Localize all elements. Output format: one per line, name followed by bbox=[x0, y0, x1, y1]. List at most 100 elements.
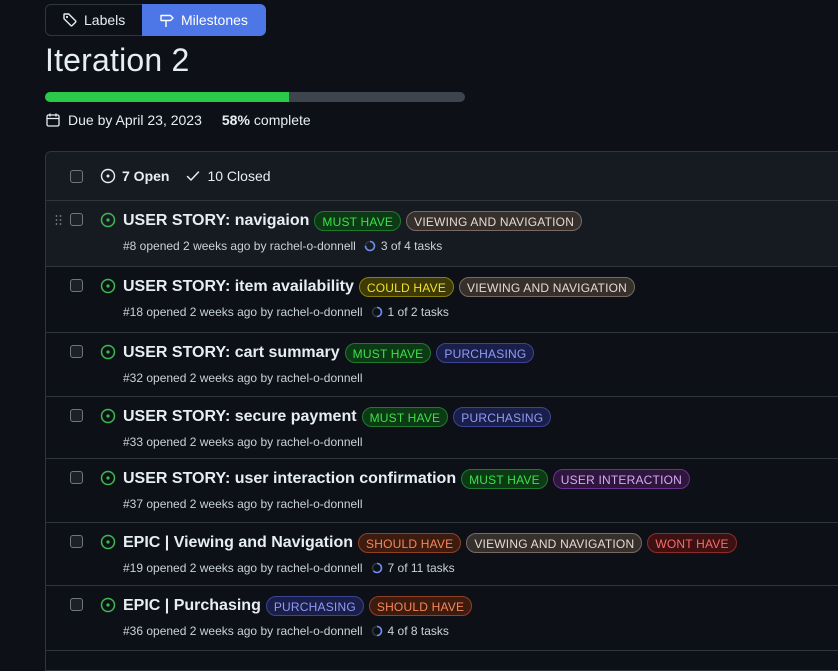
milestone-icon bbox=[160, 14, 174, 27]
issue-checkbox[interactable] bbox=[70, 471, 83, 484]
issue-title-line: USER STORY: user interaction confirmatio… bbox=[123, 469, 691, 489]
issue-label[interactable]: MUST HAVE bbox=[461, 469, 548, 489]
task-progress-icon bbox=[371, 625, 382, 637]
issue-checkbox[interactable] bbox=[70, 213, 83, 226]
issues-list-header: 7 Open 10 Closed bbox=[46, 152, 838, 201]
issue-meta: #37 opened 2 weeks ago by rachel-o-donne… bbox=[123, 497, 363, 511]
issue-checkbox[interactable] bbox=[70, 409, 83, 422]
task-progress-icon bbox=[364, 240, 376, 252]
open-count: 7 Open bbox=[122, 168, 170, 184]
issue-checkbox[interactable] bbox=[70, 279, 83, 292]
task-progress-icon bbox=[371, 306, 382, 318]
issue-meta-line: #18 opened 2 weeks ago by rachel-o-donne… bbox=[123, 305, 449, 319]
issue-meta: #18 opened 2 weeks ago by rachel-o-donne… bbox=[123, 305, 363, 319]
issue-title-link[interactable]: USER STORY: navigaion bbox=[123, 212, 309, 230]
issues-list: 7 Open 10 Closed USER STORY: navigaion MU… bbox=[45, 151, 838, 671]
issue-open-icon bbox=[100, 470, 116, 486]
issue-label[interactable]: COULD HAVE bbox=[358, 277, 455, 297]
complete-text: complete bbox=[253, 112, 311, 128]
milestones-tab-label: Milestones bbox=[181, 12, 248, 28]
issue-title-line: USER STORY: item availability COULD HAVE V… bbox=[123, 277, 636, 297]
issue-title-link[interactable]: EPIC | Purchasing bbox=[123, 597, 261, 615]
closed-filter[interactable]: 10 Closed bbox=[185, 168, 271, 184]
issue-row[interactable]: EPIC | Purchasing PURCHASING SHOULD HAVE #3… bbox=[46, 586, 838, 651]
issue-meta-line: #8 opened 2 weeks ago by rachel-o-donnel… bbox=[123, 239, 442, 253]
labels-tab-label: Labels bbox=[84, 12, 126, 28]
issue-open-icon bbox=[100, 168, 116, 184]
issue-label[interactable]: PURCHASING bbox=[436, 343, 535, 363]
issue-meta: #8 opened 2 weeks ago by rachel-o-donnel… bbox=[123, 239, 356, 253]
issue-meta-line: #37 opened 2 weeks ago by rachel-o-donne… bbox=[123, 497, 363, 511]
issue-label[interactable]: VIEWING AND NAVIGATION bbox=[406, 211, 583, 231]
labels-tab[interactable]: Labels bbox=[45, 4, 142, 36]
issue-title-line: USER STORY: navigaion MUST HAVE VIEWING AN… bbox=[123, 211, 583, 231]
issue-label[interactable]: VIEWING AND NAVIGATION bbox=[459, 277, 636, 297]
task-progress: 7 of 11 tasks bbox=[371, 561, 455, 575]
due-date: Due by April 23, 2023 bbox=[68, 112, 202, 128]
issue-open-icon bbox=[100, 278, 116, 294]
issue-title-link[interactable]: USER STORY: cart summary bbox=[123, 344, 340, 362]
percent-complete: 58% bbox=[221, 112, 250, 128]
issue-title-line: EPIC | Purchasing PURCHASING SHOULD HAVE bbox=[123, 596, 473, 616]
issue-label[interactable]: WONT HAVE bbox=[647, 533, 737, 553]
task-progress: 1 of 2 tasks bbox=[371, 305, 449, 319]
issue-meta: #36 opened 2 weeks ago by rachel-o-donne… bbox=[123, 624, 363, 638]
issue-meta-line: #19 opened 2 weeks ago by rachel-o-donne… bbox=[123, 561, 455, 575]
issue-row[interactable]: USER STORY: cart summary MUST HAVE PURCHAS… bbox=[46, 333, 838, 397]
task-progress-icon bbox=[371, 562, 382, 574]
issue-title-link[interactable]: USER STORY: secure payment bbox=[123, 408, 357, 426]
milestone-meta: Due by April 23, 2023 58% complete bbox=[45, 112, 311, 128]
issue-label[interactable]: SHOULD HAVE bbox=[368, 596, 473, 616]
drag-handle-icon[interactable] bbox=[55, 215, 63, 225]
issue-row[interactable]: USER STORY: user interaction confirmatio… bbox=[46, 459, 838, 523]
issue-title-link[interactable]: EPIC | Viewing and Navigation bbox=[123, 534, 353, 552]
issue-label[interactable]: VIEWING AND NAVIGATION bbox=[466, 533, 643, 553]
task-progress: 4 of 8 tasks bbox=[371, 624, 449, 638]
labels-milestones-tabs: Labels Milestones bbox=[45, 4, 266, 36]
issue-open-icon bbox=[100, 408, 116, 424]
issue-checkbox[interactable] bbox=[70, 598, 83, 611]
issue-row[interactable]: EPIC | Viewing and Navigation SHOULD HAVE… bbox=[46, 523, 838, 586]
issue-label[interactable]: PURCHASING bbox=[265, 596, 364, 616]
issue-checkbox[interactable] bbox=[70, 345, 83, 358]
issue-label[interactable]: MUST HAVE bbox=[314, 211, 402, 231]
milestone-progress-bar bbox=[45, 92, 465, 102]
check-icon bbox=[187, 171, 200, 181]
issue-meta: #32 opened 2 weeks ago by rachel-o-donne… bbox=[123, 371, 363, 385]
milestone-progress-fill bbox=[45, 92, 289, 102]
issue-open-icon bbox=[100, 344, 116, 360]
issue-open-icon bbox=[100, 212, 116, 228]
issue-open-icon bbox=[100, 534, 116, 550]
select-all-checkbox[interactable] bbox=[70, 169, 83, 183]
issue-meta-line: #33 opened 2 weeks ago by rachel-o-donne… bbox=[123, 435, 363, 449]
closed-count: 10 Closed bbox=[207, 168, 271, 184]
issue-rows: USER STORY: navigaion MUST HAVE VIEWING AN… bbox=[46, 201, 838, 651]
issue-title-link[interactable]: USER STORY: user interaction confirmatio… bbox=[123, 470, 456, 488]
issue-label[interactable]: PURCHASING bbox=[453, 407, 552, 427]
task-progress-text: 1 of 2 tasks bbox=[387, 305, 449, 319]
issue-row[interactable]: USER STORY: navigaion MUST HAVE VIEWING AN… bbox=[46, 201, 838, 267]
issue-label[interactable]: SHOULD HAVE bbox=[358, 533, 462, 553]
issue-row[interactable]: USER STORY: secure payment MUST HAVE PURCH… bbox=[46, 397, 838, 459]
tag-icon bbox=[63, 13, 77, 27]
issue-row[interactable]: USER STORY: item availability COULD HAVE V… bbox=[46, 267, 838, 333]
milestones-tab[interactable]: Milestones bbox=[142, 4, 266, 36]
task-progress: 3 of 4 tasks bbox=[364, 239, 442, 253]
issue-label[interactable]: MUST HAVE bbox=[344, 343, 432, 363]
open-filter[interactable]: 7 Open bbox=[100, 168, 169, 184]
issue-title-line: EPIC | Viewing and Navigation SHOULD HAVE… bbox=[123, 533, 737, 553]
milestone-title: Iteration 2 bbox=[45, 42, 190, 78]
issue-label[interactable]: MUST HAVE bbox=[361, 407, 449, 427]
calendar-icon bbox=[46, 113, 60, 127]
issue-open-icon bbox=[100, 597, 116, 613]
issue-meta-line: #36 opened 2 weeks ago by rachel-o-donne… bbox=[123, 624, 449, 638]
issue-meta: #19 opened 2 weeks ago by rachel-o-donne… bbox=[123, 561, 363, 575]
issue-label[interactable]: USER INTERACTION bbox=[552, 469, 691, 489]
issue-title-link[interactable]: USER STORY: item availability bbox=[123, 278, 354, 296]
issue-title-line: USER STORY: secure payment MUST HAVE PURCH… bbox=[123, 407, 552, 427]
task-progress-text: 4 of 8 tasks bbox=[387, 624, 449, 638]
issue-checkbox[interactable] bbox=[70, 535, 83, 548]
issue-title-line: USER STORY: cart summary MUST HAVE PURCHAS… bbox=[123, 343, 535, 363]
issue-meta-line: #32 opened 2 weeks ago by rachel-o-donne… bbox=[123, 371, 363, 385]
task-progress-text: 3 of 4 tasks bbox=[380, 239, 443, 253]
